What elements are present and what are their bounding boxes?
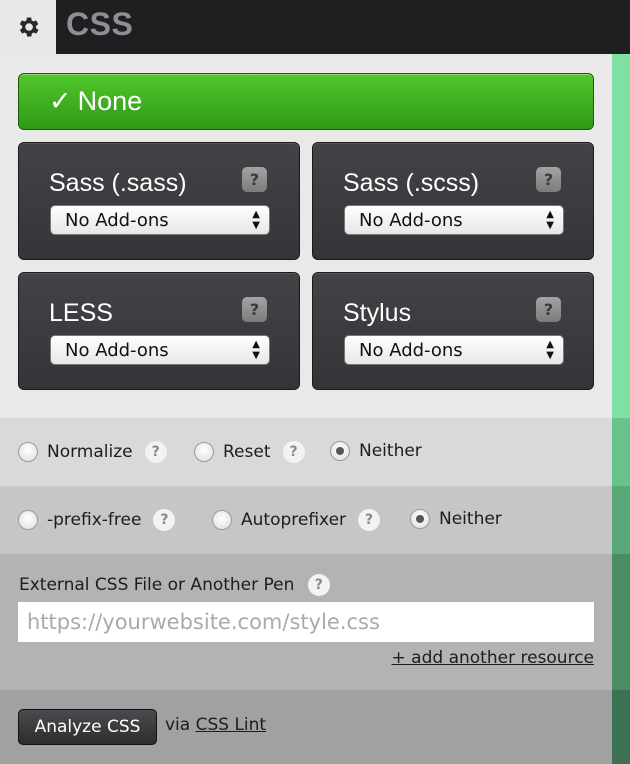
none-preprocessor-button[interactable]: ✓ None [18, 73, 594, 130]
addons-select[interactable]: No Add-ons ▲ ▼ [344, 335, 564, 365]
help-button[interactable]: ? [358, 509, 381, 531]
select-arrows-icon: ▲ ▼ [546, 209, 554, 231]
select-value: No Add-ons [65, 339, 169, 361]
external-css-input[interactable]: https://yourwebsite.com/style.css [18, 602, 594, 642]
select-value: No Add-ons [65, 209, 169, 231]
card-title: Sass (.sass) [49, 169, 187, 197]
preprocessor-card-less[interactable]: LESS ? No Add-ons ▲ ▼ [18, 272, 300, 390]
radio-label: -prefix-free [47, 510, 142, 530]
addons-select[interactable]: No Add-ons ▲ ▼ [344, 205, 564, 235]
radio-reset[interactable]: Reset ? [194, 441, 305, 463]
radio-label: Neither [359, 441, 422, 461]
side-stripe [612, 690, 630, 764]
radio-label: Neither [439, 509, 502, 529]
help-button[interactable]: ? [144, 441, 167, 463]
add-resource-link[interactable]: + add another resource [392, 648, 594, 668]
via-text: via CSS Lint [165, 715, 267, 735]
side-stripe [612, 486, 630, 554]
help-button[interactable]: ? [242, 297, 267, 322]
help-button[interactable]: ? [282, 441, 305, 463]
card-title: Sass (.scss) [343, 169, 480, 197]
radio-button[interactable] [18, 442, 38, 462]
select-value: No Add-ons [359, 339, 463, 361]
help-button[interactable]: ? [536, 297, 561, 322]
card-title: LESS [49, 299, 113, 327]
side-stripe [612, 554, 630, 690]
analyze-css-button[interactable]: Analyze CSS [18, 709, 157, 745]
radio-label: Reset [223, 442, 271, 462]
external-label: External CSS File or Another Pen ? [19, 574, 330, 596]
settings-button[interactable] [0, 0, 56, 54]
radio-button[interactable] [18, 510, 38, 530]
check-icon: ✓ [49, 86, 72, 116]
select-arrows-icon: ▲ ▼ [546, 339, 554, 361]
css-lint-link[interactable]: CSS Lint [196, 715, 267, 735]
radio-normalize[interactable]: Normalize ? [18, 441, 167, 463]
radio-button[interactable] [194, 442, 214, 462]
select-arrows-icon: ▲ ▼ [252, 339, 260, 361]
panel-title: CSS [66, 6, 134, 42]
card-title: Stylus [343, 299, 412, 327]
gear-icon [19, 17, 39, 37]
side-stripe [612, 54, 630, 418]
addons-select[interactable]: No Add-ons ▲ ▼ [50, 335, 270, 365]
help-button[interactable]: ? [536, 167, 561, 192]
side-stripe [612, 418, 630, 486]
radio-button-checked[interactable] [410, 509, 430, 529]
radio-autoprefixer[interactable]: Autoprefixer ? [212, 509, 381, 531]
radio-prefix-free[interactable]: -prefix-free ? [18, 509, 176, 531]
select-arrows-icon: ▲ ▼ [252, 209, 260, 231]
panel-header: CSS [0, 0, 630, 54]
radio-neither-base[interactable]: Neither [330, 441, 422, 461]
preprocessor-card-stylus[interactable]: Stylus ? No Add-ons ▲ ▼ [312, 272, 594, 390]
radio-button[interactable] [212, 510, 232, 530]
radio-button-checked[interactable] [330, 441, 350, 461]
radio-label: Autoprefixer [241, 510, 347, 530]
preprocessor-card-scss[interactable]: Sass (.scss) ? No Add-ons ▲ ▼ [312, 142, 594, 260]
none-label: None [77, 86, 143, 116]
radio-label: Normalize [47, 442, 133, 462]
select-value: No Add-ons [359, 209, 463, 231]
help-button[interactable]: ? [307, 574, 330, 596]
addons-select[interactable]: No Add-ons ▲ ▼ [50, 205, 270, 235]
radio-neither-prefix[interactable]: Neither [410, 509, 502, 529]
preprocessor-card-sass[interactable]: Sass (.sass) ? No Add-ons ▲ ▼ [18, 142, 300, 260]
help-button[interactable]: ? [153, 509, 176, 531]
help-button[interactable]: ? [242, 167, 267, 192]
